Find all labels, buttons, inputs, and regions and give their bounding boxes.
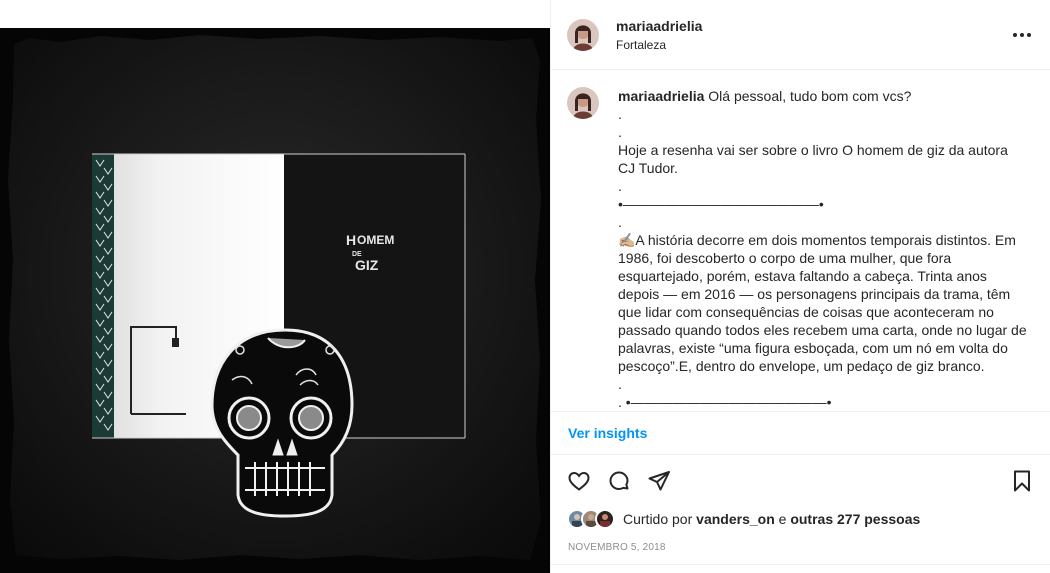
caption-line: . <box>618 178 622 194</box>
comment-icon[interactable] <box>607 469 631 493</box>
heart-icon[interactable] <box>567 469 591 493</box>
book-title-omem: OMEM <box>357 233 394 247</box>
post-side-panel: mariaadrielia Fortaleza mariaadrielia Ol… <box>550 0 1050 573</box>
caption-separator: . •——————————————• <box>618 394 832 410</box>
caption-separator: •——————————————• <box>618 196 824 212</box>
insights-bar: Ver insights <box>551 411 1050 455</box>
caption-line: Hoje a resenha vai ser sobre o livro O h… <box>618 142 1008 176</box>
caption-line: . <box>618 106 622 122</box>
post-dialog: H OMEM DE GIZ mariaadrielia Fortaleza ma… <box>0 0 1050 573</box>
caption-line: . <box>618 214 622 230</box>
post-author-username[interactable]: mariaadrielia <box>616 18 702 34</box>
book-title-h: H <box>346 232 356 248</box>
caption-username[interactable]: mariaadrielia <box>618 88 704 104</box>
caption-text: mariaadrielia Olá pessoal, tudo bom com … <box>618 87 1028 411</box>
share-icon[interactable] <box>647 469 671 493</box>
book-title-giz: GIZ <box>355 257 379 273</box>
action-bar <box>551 463 1050 499</box>
caption-avatar[interactable] <box>567 87 599 119</box>
post-header: mariaadrielia Fortaleza <box>551 0 1050 70</box>
likes-summary: Curtido por vanders_on e outras 277 pess… <box>567 509 920 529</box>
post-image[interactable]: H OMEM DE GIZ <box>0 0 550 573</box>
others-count-link[interactable]: outras 277 pessoas <box>790 511 920 527</box>
avatar <box>595 509 615 529</box>
post-photo: H OMEM DE GIZ <box>0 0 550 573</box>
post-date[interactable]: NOVEMBRO 5, 2018 <box>568 542 666 553</box>
add-comment-bar <box>551 564 1050 573</box>
likes-joiner: e <box>778 511 787 527</box>
caption-line: ✍🏼A história decorre em dois momentos te… <box>618 232 1027 374</box>
see-insights-link[interactable]: Ver insights <box>568 425 647 441</box>
caption-line: . <box>618 124 622 140</box>
post-location[interactable]: Fortaleza <box>616 38 702 52</box>
avatar[interactable] <box>567 18 599 51</box>
caption-line: Olá pessoal, tudo bom com vcs? <box>708 88 912 104</box>
liker-username[interactable]: vanders_on <box>696 511 775 527</box>
caption-line: . <box>618 376 622 392</box>
likers-avatars[interactable] <box>567 509 615 529</box>
more-options-icon[interactable] <box>1010 23 1034 47</box>
caption-section: mariaadrielia Olá pessoal, tudo bom com … <box>551 71 1050 411</box>
likes-prefix: Curtido por <box>623 511 693 527</box>
bookmark-icon[interactable] <box>1010 469 1034 493</box>
